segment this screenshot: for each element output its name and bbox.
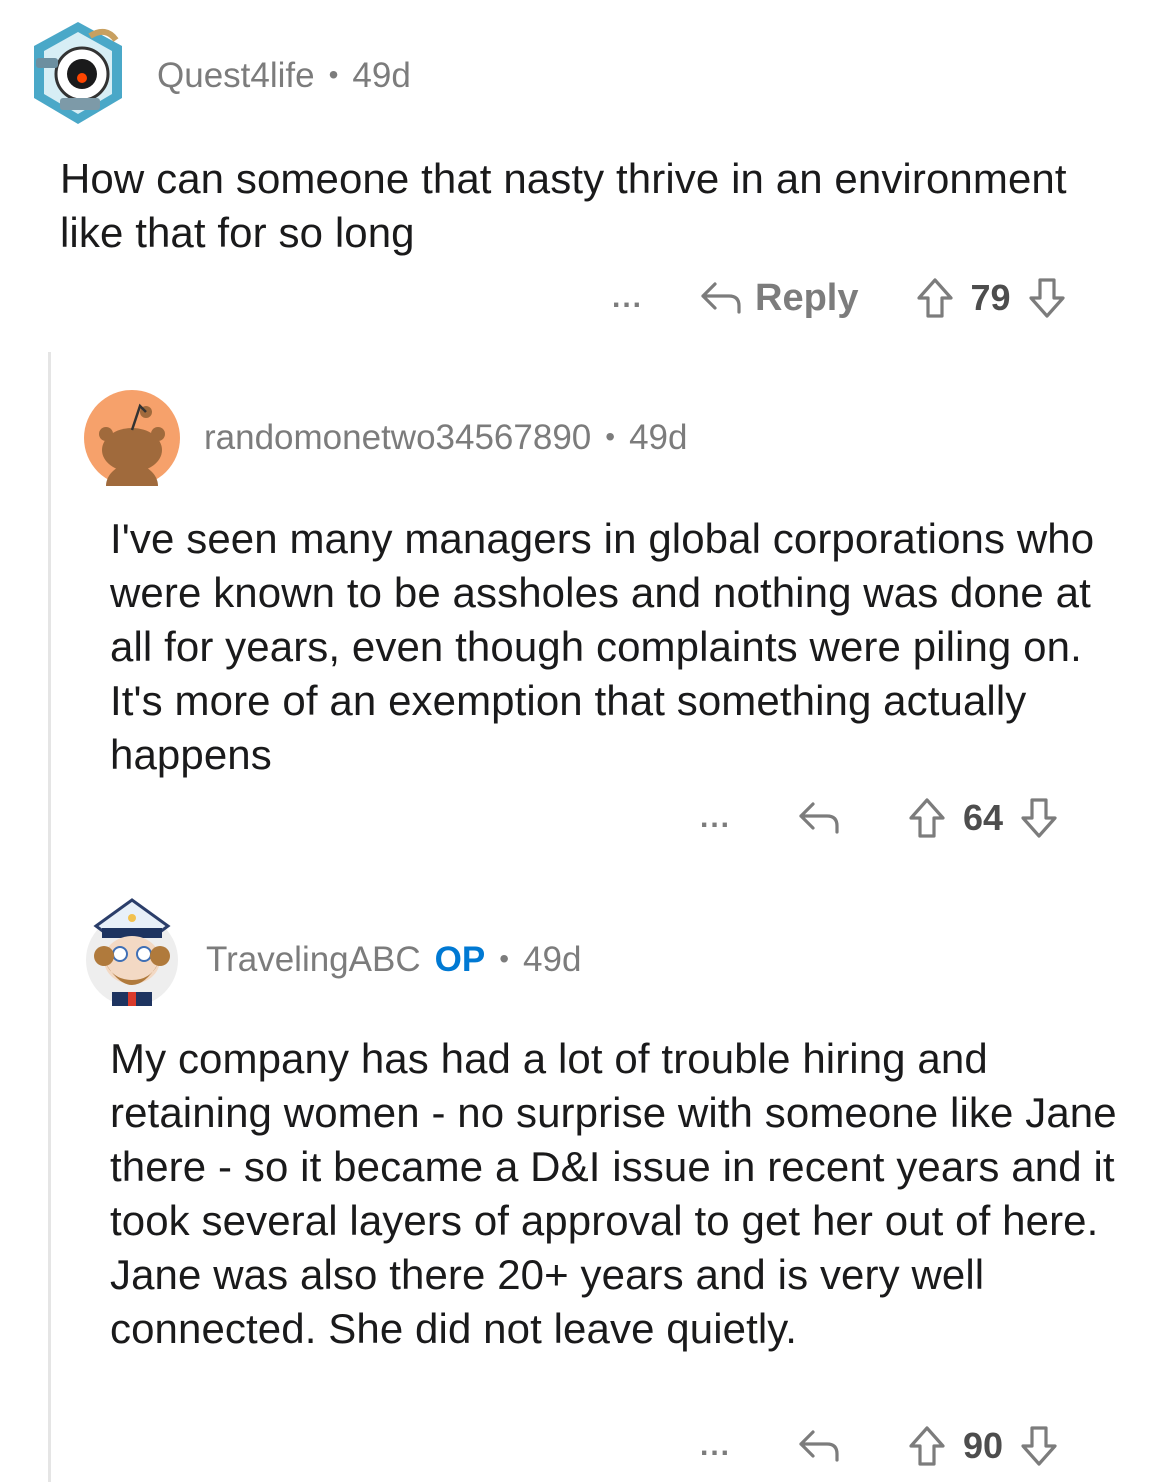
separator-dot: • [328,59,339,90]
thread-line [48,352,51,1482]
upvote-icon[interactable] [907,796,947,840]
downvote-icon[interactable] [1027,276,1067,320]
vote-controls: 79 [915,276,1067,320]
comment-body: I've seen many managers in global corpor… [110,515,1095,778]
upvote-icon[interactable] [907,1424,947,1468]
comment-actions: ... 90 [700,1424,1059,1468]
upvote-icon[interactable] [915,276,955,320]
timestamp: 49d [523,940,582,979]
user-avatar[interactable] [84,390,180,486]
vote-score: 90 [963,1425,1004,1466]
vote-score: 79 [970,277,1011,318]
more-options-button[interactable]: ... [700,1429,731,1463]
reply-button[interactable] [797,798,841,838]
downvote-icon[interactable] [1019,1424,1059,1468]
timestamp: 49d [629,418,688,457]
reply-label: Reply [755,276,859,319]
separator-dot: • [499,943,510,974]
meta: TravelingABC OP • 49d [206,940,581,980]
reply-icon [797,1426,841,1466]
op-badge: OP [434,940,486,979]
comment-actions: ... Reply 79 [612,276,1067,320]
vote-controls: 64 [907,796,1059,840]
username[interactable]: Quest4life [157,56,315,95]
reply-icon [699,278,743,318]
more-options-button[interactable]: ... [612,281,643,315]
username[interactable]: TravelingABC [206,940,421,979]
username[interactable]: randomonetwo34567890 [204,418,591,457]
user-avatar[interactable] [30,18,126,124]
timestamp: 49d [352,56,411,95]
more-options-button[interactable]: ... [700,801,731,835]
reply-button[interactable]: Reply [699,276,859,320]
downvote-icon[interactable] [1019,796,1059,840]
vote-controls: 90 [907,1424,1059,1468]
comment-header: TravelingABC OP • 49d [206,940,581,980]
comment-body: My company has had a lot of trouble hiri… [110,1035,1117,1352]
meta: randomonetwo34567890 • 49d [204,418,687,458]
reply-button[interactable] [797,1426,841,1466]
vote-score: 64 [963,797,1004,838]
comment-actions: ... 64 [700,796,1059,840]
comment-header: randomonetwo34567890 • 49d [204,418,687,458]
reply-icon [797,798,841,838]
comment-body: How can someone that nasty thrive in an … [60,155,1067,256]
user-avatar[interactable] [84,896,180,1008]
meta: Quest4life • 49d [157,56,411,96]
separator-dot: • [605,421,616,452]
comment-header: Quest4life • 49d [157,56,411,96]
